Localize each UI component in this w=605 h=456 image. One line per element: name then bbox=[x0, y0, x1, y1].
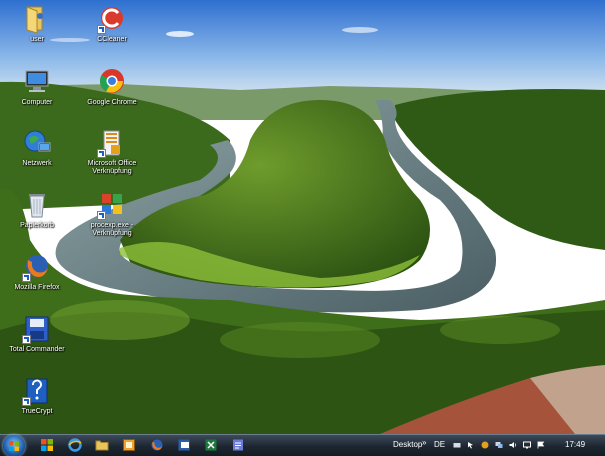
icon-label: CCleaner bbox=[97, 36, 127, 43]
keyboard-icon[interactable] bbox=[453, 441, 461, 449]
volume-icon[interactable] bbox=[509, 441, 517, 449]
folder-icon[interactable] bbox=[95, 438, 109, 452]
user-folder-icon bbox=[22, 4, 52, 34]
desktop-icon-user-folder[interactable]: user bbox=[0, 4, 77, 44]
desktop-icon-total-commander[interactable]: Total Commander bbox=[0, 314, 77, 354]
truecrypt-icon bbox=[22, 376, 52, 406]
desktop-icon-network[interactable]: Netzwerk bbox=[0, 128, 77, 168]
icon-label: Netzwerk bbox=[22, 160, 52, 167]
internet-explorer-icon[interactable] bbox=[68, 438, 82, 452]
desktop-icon-mozilla-firefox[interactable]: Mozilla Firefox bbox=[0, 252, 77, 292]
icon-label: Mozilla Firefox bbox=[14, 284, 60, 291]
desktop[interactable]: user CCleaner Computer Google Chrome Net… bbox=[0, 0, 605, 456]
network-icon bbox=[22, 128, 52, 158]
desktop-icon-google-chrome[interactable]: Google Chrome bbox=[72, 67, 152, 107]
icon-label: TrueCrypt bbox=[21, 408, 53, 415]
network-icon[interactable] bbox=[495, 441, 503, 449]
computer-icon bbox=[22, 67, 52, 97]
windows-logo-icon bbox=[9, 441, 19, 451]
firefox-icon[interactable] bbox=[150, 438, 164, 452]
icon-label: Google Chrome bbox=[87, 99, 137, 106]
chrome-icon bbox=[97, 67, 127, 97]
taskbar: Desktop » DE 17:49 bbox=[0, 434, 605, 456]
shortcut-arrow-icon bbox=[97, 211, 106, 220]
procexp-icon bbox=[97, 190, 127, 220]
icon-label: Computer bbox=[21, 99, 53, 106]
cursor-icon[interactable] bbox=[467, 441, 475, 449]
display-icon[interactable] bbox=[523, 441, 531, 449]
toolbar-chevron[interactable]: » bbox=[422, 438, 426, 447]
total-commander-icon bbox=[22, 314, 52, 344]
desktop-icon-computer[interactable]: Computer bbox=[0, 67, 77, 107]
desktop-icon-procexp[interactable]: procexp.exe - Verknüpfung bbox=[72, 190, 152, 238]
icon-label: Microsoft Office Verknüpfung bbox=[87, 160, 137, 175]
desktop-icon-microsoft-office[interactable]: Microsoft Office Verknüpfung bbox=[72, 128, 152, 176]
icon-label: Papierkorb bbox=[20, 222, 54, 229]
start-button[interactable] bbox=[3, 435, 25, 456]
shortcut-arrow-icon bbox=[22, 335, 31, 344]
desktop-icon-truecrypt[interactable]: TrueCrypt bbox=[0, 376, 77, 416]
desktop-icon-ccleaner[interactable]: CCleaner bbox=[72, 4, 152, 44]
desktop-icon-recycle-bin[interactable]: Papierkorb bbox=[0, 190, 77, 230]
shortcut-arrow-icon bbox=[97, 25, 106, 34]
windows-explorer-icon[interactable] bbox=[40, 438, 54, 452]
word-icon[interactable] bbox=[177, 438, 191, 452]
document-icon[interactable] bbox=[231, 438, 245, 452]
recycle-bin-icon bbox=[22, 190, 52, 220]
ccleaner-icon bbox=[97, 4, 127, 34]
security-icon[interactable] bbox=[481, 441, 489, 449]
system-clock[interactable]: 17:49 bbox=[565, 440, 585, 449]
office-shortcut-icon bbox=[97, 128, 127, 158]
shortcut-arrow-icon bbox=[22, 397, 31, 406]
desktop-toolbar-label[interactable]: Desktop bbox=[393, 440, 422, 449]
icon-label: Total Commander bbox=[9, 346, 65, 353]
icon-label: user bbox=[30, 36, 44, 43]
shortcut-arrow-icon bbox=[22, 273, 31, 282]
excel-icon[interactable] bbox=[204, 438, 218, 452]
firefox-icon bbox=[22, 252, 52, 282]
language-indicator[interactable]: DE bbox=[434, 440, 445, 449]
flag-icon[interactable] bbox=[537, 441, 545, 449]
shortcut-arrow-icon bbox=[97, 149, 106, 158]
app-icon[interactable] bbox=[122, 438, 136, 452]
icon-label: procexp.exe - Verknüpfung bbox=[90, 222, 134, 237]
